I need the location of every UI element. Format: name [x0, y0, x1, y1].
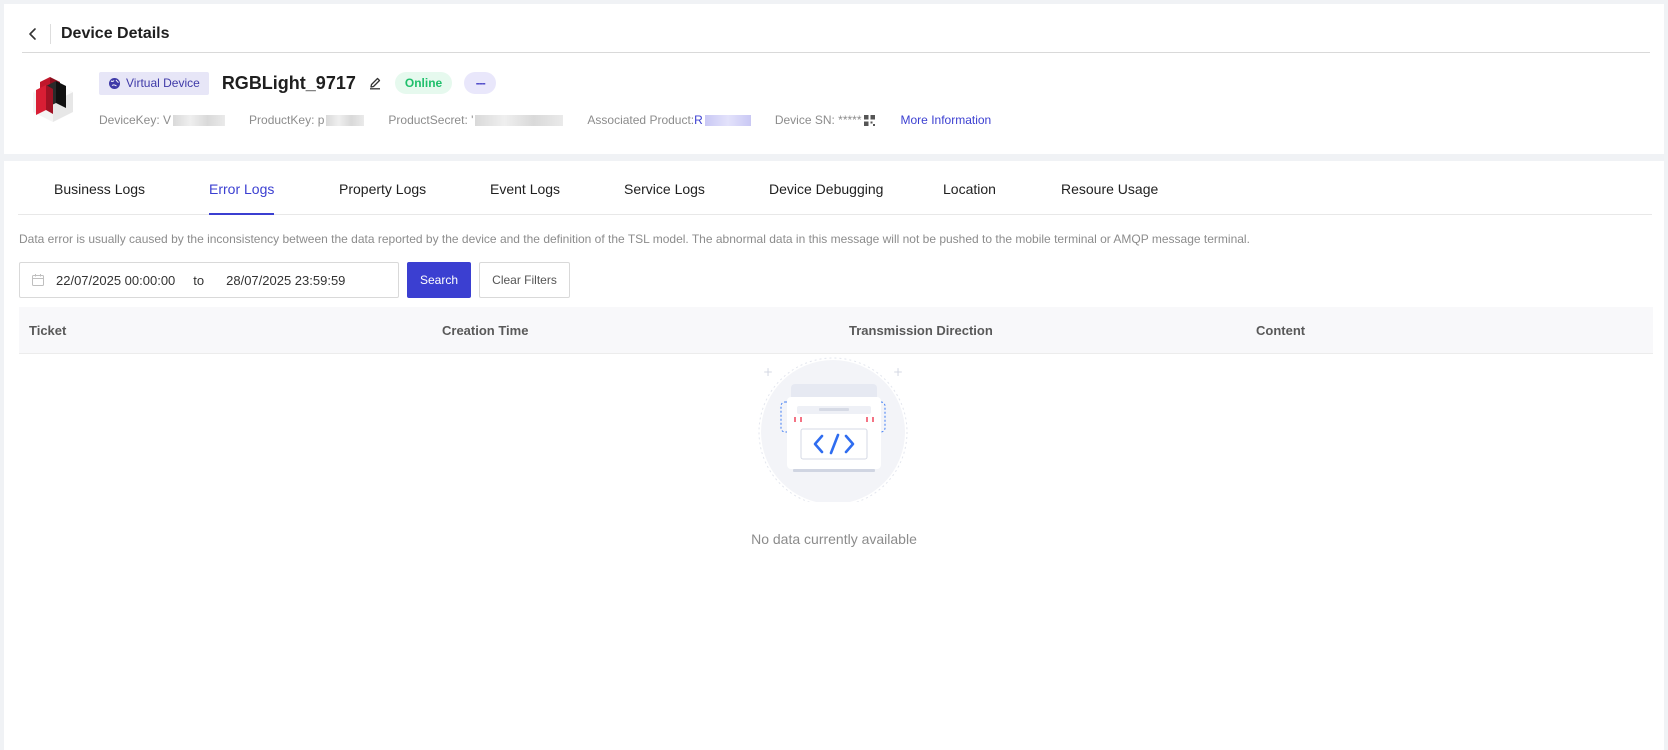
qr-code-icon[interactable]	[863, 114, 875, 126]
column-ticket: Ticket	[29, 323, 67, 338]
virtual-device-label: Virtual Device	[126, 76, 200, 90]
associated-product-masked	[704, 114, 751, 126]
log-tabs: Business Logs Error Logs Property Logs E…	[18, 161, 1652, 215]
tab-service-logs[interactable]: Service Logs	[624, 181, 705, 197]
svg-text:+: +	[893, 365, 903, 379]
device-header-card: Device Details Virtual Device RGBLight_9…	[4, 4, 1664, 154]
edit-name-button[interactable]	[367, 75, 383, 91]
device-name: RGBLight_9717	[221, 72, 356, 93]
column-content: Content	[1256, 323, 1306, 338]
svg-text:+: +	[763, 365, 773, 379]
chevron-left-icon	[29, 28, 36, 40]
device-key-masked	[173, 114, 226, 126]
device-meta-row: DeviceKey: V ProductKey: p ProductSecret…	[99, 113, 991, 127]
more-information-link[interactable]: More Information	[901, 113, 992, 127]
virtual-device-badge: Virtual Device	[99, 71, 209, 95]
search-button[interactable]: Search	[407, 262, 471, 298]
column-transmission-direction: Transmission Direction	[849, 323, 993, 338]
device-title-row: Virtual Device RGBLight_9717 Online ---	[99, 70, 497, 96]
title-separator	[50, 24, 51, 44]
device-product-icon	[33, 77, 73, 122]
more-tags-badge[interactable]: ---	[464, 72, 497, 94]
globe-icon	[109, 77, 120, 89]
active-tab-indicator	[209, 213, 274, 215]
table-header: Ticket Creation Time Transmission Direct…	[19, 307, 1653, 354]
tab-device-debugging[interactable]: Device Debugging	[769, 181, 883, 197]
range-separator: to	[193, 272, 205, 288]
associated-product-link[interactable]: R	[694, 113, 703, 127]
clear-filters-button[interactable]: Clear Filters	[479, 262, 570, 298]
product-key-masked	[326, 114, 365, 126]
product-secret-label: ProductSecret: '	[388, 113, 474, 127]
pencil-icon	[369, 77, 381, 90]
associated-product-label: Associated Product:	[587, 113, 695, 127]
tab-error-logs[interactable]: Error Logs	[209, 181, 274, 197]
product-key-label: ProductKey: p	[249, 113, 325, 127]
device-sn-label: Device SN: *****	[774, 113, 862, 127]
title-bar: Device Details	[22, 18, 170, 50]
product-key: ProductKey: p	[249, 113, 365, 127]
status-badge: Online	[394, 72, 453, 94]
tab-location[interactable]: Location	[943, 181, 996, 197]
device-key: DeviceKey: V	[99, 113, 226, 127]
error-notice: Data error is usually caused by the inco…	[19, 232, 1250, 246]
empty-state-text: No data currently available	[751, 531, 917, 547]
back-button[interactable]	[22, 23, 44, 45]
device-key-label: DeviceKey: V	[99, 113, 172, 127]
associated-product: Associated Product: R	[587, 113, 751, 127]
tab-business-logs[interactable]: Business Logs	[54, 181, 145, 197]
calendar-icon	[32, 274, 44, 286]
date-range-picker[interactable]: 22/07/2025 00:00:00 to 28/07/2025 23:59:…	[19, 262, 399, 298]
page-title: Device Details	[61, 25, 170, 42]
end-date-input[interactable]: 28/07/2025 23:59:59	[226, 273, 345, 288]
product-secret-masked	[475, 114, 564, 126]
device-sn: Device SN: *****	[775, 113, 875, 127]
tab-event-logs[interactable]: Event Logs	[490, 181, 560, 197]
header-divider	[22, 52, 1650, 53]
code-box-icon: + +	[758, 357, 908, 502]
start-date-input[interactable]: 22/07/2025 00:00:00	[56, 273, 175, 288]
product-secret: ProductSecret: '	[388, 113, 564, 127]
tab-property-logs[interactable]: Property Logs	[339, 181, 426, 197]
tab-resource-usage[interactable]: Resoure Usage	[1061, 181, 1158, 197]
column-creation-time: Creation Time	[442, 323, 529, 338]
